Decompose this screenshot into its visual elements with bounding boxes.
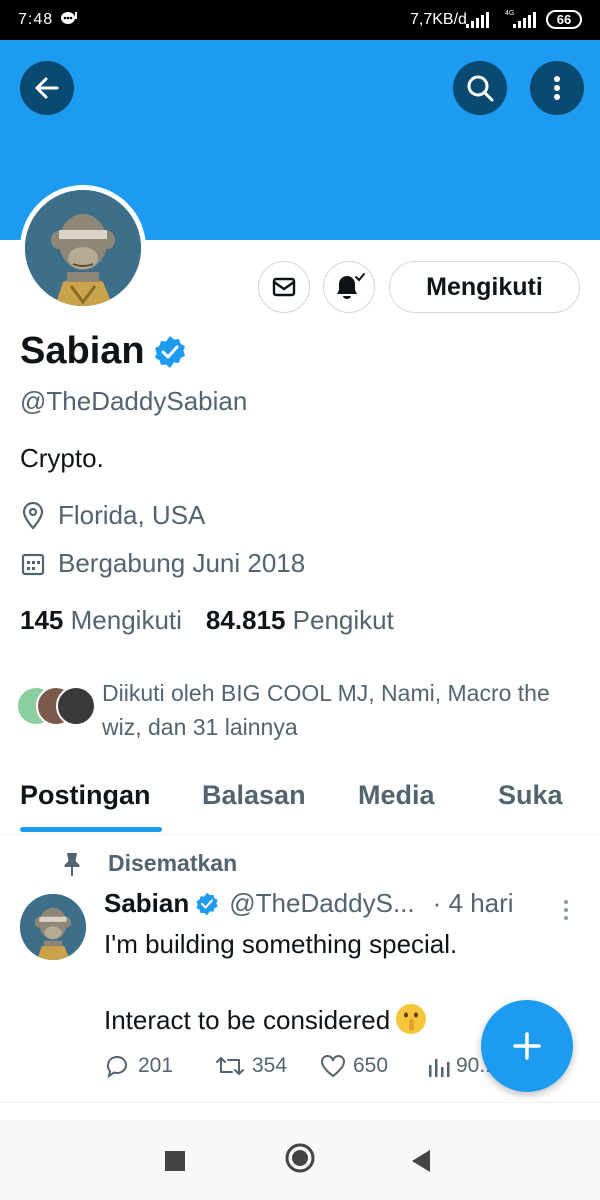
post-timestamp[interactable]: · 4 hari [433, 888, 514, 919]
network-speed: 7,7KB/d [410, 11, 467, 28]
battery-indicator: 66 [546, 10, 582, 29]
followed-by-text: Diikuti oleh BIG COOL MJ, Nami, Macro th… [102, 680, 550, 740]
message-button[interactable] [258, 261, 310, 313]
status-time: 7:48 [18, 11, 54, 28]
home-circle-icon[interactable] [284, 1142, 316, 1174]
ape-avatar-image [25, 190, 141, 306]
views-bar-chart-icon [429, 1059, 450, 1077]
like-button[interactable]: 650 [319, 1053, 388, 1079]
notification-icon [61, 12, 77, 24]
active-tab-indicator [20, 827, 162, 832]
verified-badge-icon [154, 335, 185, 368]
post-author-name[interactable]: Sabian [104, 888, 189, 919]
repost-button[interactable]: 354 [214, 1053, 287, 1079]
following-link[interactable]: 145 Mengikuti [20, 605, 182, 635]
reply-button[interactable]: 201 [104, 1053, 173, 1079]
joined-text: Bergabung Juni 2018 [58, 548, 306, 578]
more-vertical-icon [554, 76, 560, 100]
like-count: 650 [353, 1054, 389, 1077]
pinned-label: Disematkan [108, 850, 238, 876]
notification-bell-button[interactable] [323, 261, 375, 313]
reply-icon [106, 1055, 127, 1079]
verified-badge-icon [196, 892, 218, 915]
profile-name: Sabian [20, 330, 145, 372]
post-more-icon[interactable] [558, 898, 574, 924]
calendar-icon [21, 553, 45, 575]
tab-replies[interactable]: Balasan [202, 780, 306, 811]
reply-count: 201 [138, 1054, 174, 1077]
followers-label: Pengikut [292, 605, 394, 635]
post-author-handle: @TheDaddyS... [229, 888, 415, 918]
followers-link[interactable]: 84.815 Pengikut [206, 605, 394, 635]
profile-joined: Bergabung Juni 2018 [20, 548, 305, 579]
profile-tabs: Postingan Balasan Media Suka [0, 770, 600, 835]
plus-icon [513, 1032, 541, 1060]
location-text: Florida, USA [58, 500, 206, 530]
search-button[interactable] [453, 61, 507, 115]
tab-posts[interactable]: Postingan [20, 780, 151, 811]
post-divider [0, 1102, 600, 1103]
pin-icon [64, 852, 80, 876]
recents-square-icon[interactable] [164, 1150, 186, 1172]
repost-count: 354 [252, 1054, 288, 1077]
follow-stats: 145 Mengikuti 84.815 Pengikut [20, 605, 394, 636]
location-pin-icon [22, 501, 44, 530]
follower-avatar [56, 686, 96, 726]
following-label: Mengikuti [70, 605, 182, 635]
repost-icon [216, 1057, 244, 1075]
profile-name-row: Sabian [20, 330, 187, 373]
shushing-face-emoji [396, 1004, 427, 1034]
back-triangle-icon[interactable] [410, 1148, 432, 1174]
back-button[interactable] [20, 61, 74, 115]
bell-check-icon [337, 273, 365, 299]
profile-handle: @TheDaddySabian [20, 386, 248, 416]
envelope-icon [272, 277, 296, 297]
ape-avatar-image [20, 894, 86, 960]
compose-post-button[interactable] [481, 1000, 573, 1092]
pinned-indicator: Disematkan [62, 850, 237, 877]
svg-text:4G: 4G [505, 10, 514, 17]
heart-icon [321, 1055, 345, 1078]
followers-count: 84.815 [205, 605, 286, 635]
tab-media[interactable]: Media [358, 780, 435, 811]
signal-icon [466, 12, 489, 28]
follower-avatars [16, 686, 96, 728]
following-button[interactable]: Mengikuti [389, 261, 580, 313]
arrow-left-icon [35, 77, 59, 99]
post-author-avatar[interactable] [20, 894, 86, 960]
status-bar: 7:48 7,7KB/d 4G 66 [0, 0, 600, 40]
profile-bio: Crypto. [20, 443, 104, 473]
post-header: Sabian @TheDaddyS... · 4 hari [104, 888, 514, 919]
system-navigation-bar [0, 1120, 600, 1200]
profile-avatar[interactable] [20, 185, 146, 311]
profile-location: Florida, USA [20, 500, 205, 531]
following-count: 145 [20, 605, 64, 635]
search-icon [467, 75, 494, 102]
tab-likes[interactable]: Suka [498, 780, 563, 811]
more-button[interactable] [530, 61, 584, 115]
signal-4g-icon: 4G [505, 10, 536, 28]
